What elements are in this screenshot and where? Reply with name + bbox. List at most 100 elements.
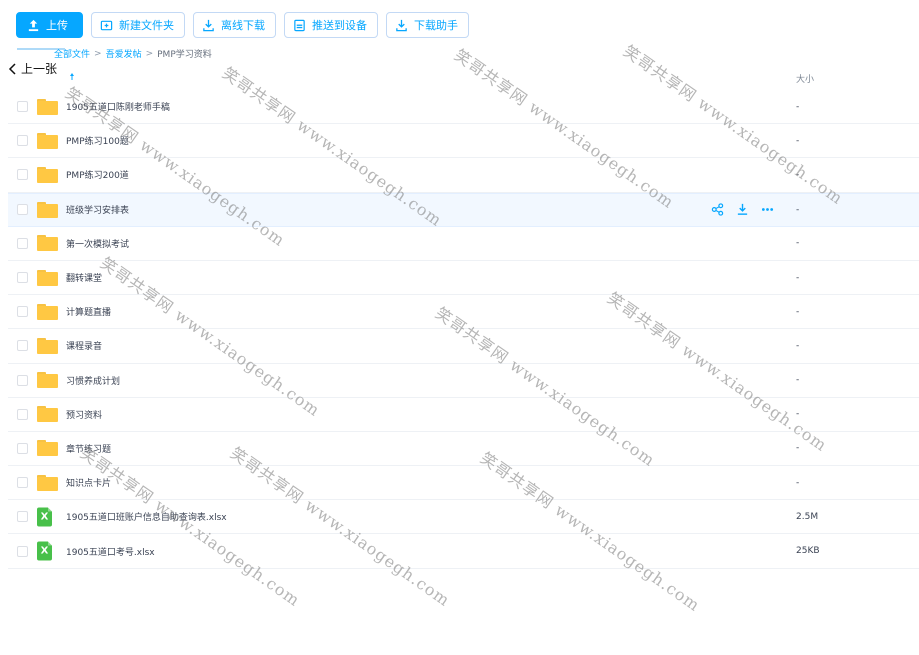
file-row[interactable]: X 1905五道口班账户信息自助查询表.xlsx 2.5M xyxy=(8,500,919,535)
file-row[interactable]: 课程录音 - xyxy=(8,329,919,364)
breadcrumb-folder[interactable]: 吾爱发帖 xyxy=(106,47,142,60)
folder-icon xyxy=(37,98,58,115)
breadcrumb-separator-2: > xyxy=(145,48,154,59)
file-size: 2.5M xyxy=(796,511,819,522)
file-row[interactable]: 1905五道口陈刚老师手稿 - xyxy=(8,90,919,125)
file-name[interactable]: 章节练习题 xyxy=(66,442,111,455)
more-icon[interactable] xyxy=(761,203,774,216)
folder-icon xyxy=(37,406,58,423)
folder-icon xyxy=(37,440,58,457)
file-size: - xyxy=(796,306,800,317)
folder-icon xyxy=(37,166,58,183)
file-row[interactable]: 班级学习安排表 - xyxy=(8,192,919,227)
download-helper-button[interactable]: 下载助手 xyxy=(386,12,469,38)
row-checkbox[interactable] xyxy=(17,340,28,352)
download-icon[interactable] xyxy=(736,203,749,216)
row-actions xyxy=(711,203,774,216)
excel-glyph: X xyxy=(37,541,52,561)
file-name[interactable]: 课程录音 xyxy=(66,339,102,352)
file-size: - xyxy=(796,409,800,420)
folder-icon xyxy=(37,235,58,252)
row-checkbox[interactable] xyxy=(17,442,28,454)
upload-button[interactable]: 上传 xyxy=(16,12,83,38)
file-row[interactable]: X 1905五道口考号.xlsx 25KB xyxy=(8,534,919,569)
row-checkbox[interactable] xyxy=(17,169,28,181)
prev-image-label: 上一张 xyxy=(21,62,58,76)
excel-glyph: X xyxy=(37,507,52,527)
chevron-left-icon xyxy=(8,62,16,75)
file-size: - xyxy=(796,443,800,454)
file-name[interactable]: 翻转课堂 xyxy=(66,271,102,284)
breadcrumb-all-files[interactable]: 全部文件 xyxy=(54,47,90,60)
folder-icon xyxy=(37,269,58,286)
column-header-size[interactable]: 大小 xyxy=(796,72,814,85)
file-size: - xyxy=(796,169,800,180)
file-size: - xyxy=(796,340,800,351)
breadcrumb: 全部文件 > 吾爱发帖 > PMP学习资料 xyxy=(54,47,212,61)
file-name[interactable]: 1905五道口考号.xlsx xyxy=(66,545,155,558)
folder-icon xyxy=(37,132,58,149)
row-checkbox[interactable] xyxy=(17,306,28,318)
prev-image-button[interactable]: 上一张 xyxy=(8,60,60,77)
file-name[interactable]: 班级学习安排表 xyxy=(66,203,129,216)
share-icon[interactable] xyxy=(711,203,724,216)
file-name[interactable]: 计算题直播 xyxy=(66,305,111,318)
file-name[interactable]: 知识点卡片 xyxy=(66,476,111,489)
file-name[interactable]: 第一次模拟考试 xyxy=(66,237,129,250)
file-list: 1905五道口陈刚老师手稿 - PMP练习100题 - PMP练习200道 - 班级学习安排… xyxy=(8,90,919,569)
download-icon xyxy=(203,19,214,31)
file-row[interactable]: 计算题直播 - xyxy=(8,295,919,330)
file-size: - xyxy=(796,135,800,146)
folder-icon xyxy=(37,337,58,354)
new-folder-button[interactable]: 新建文件夹 xyxy=(91,12,185,38)
file-name[interactable]: 1905五道口班账户信息自助查询表.xlsx xyxy=(66,510,227,523)
file-row[interactable]: 章节练习题 - xyxy=(8,432,919,467)
file-name[interactable]: 1905五道口陈刚老师手稿 xyxy=(66,100,170,113)
excel-file-icon: X xyxy=(37,507,52,527)
file-name[interactable]: PMP练习100题 xyxy=(66,134,129,147)
file-name[interactable]: PMP练习200道 xyxy=(66,168,129,181)
file-size: - xyxy=(796,204,800,215)
upload-label: 上传 xyxy=(46,19,68,32)
new-folder-icon xyxy=(100,20,113,30)
row-checkbox[interactable] xyxy=(17,374,28,386)
folder-icon xyxy=(37,372,58,389)
upload-icon xyxy=(28,19,39,31)
row-checkbox[interactable] xyxy=(17,545,28,557)
row-checkbox[interactable] xyxy=(17,477,28,489)
file-row[interactable]: 知识点卡片 - xyxy=(8,466,919,501)
file-row[interactable]: 翻转课堂 - xyxy=(8,261,919,296)
folder-icon xyxy=(37,474,58,491)
row-checkbox[interactable] xyxy=(17,237,28,249)
file-size: 25KB xyxy=(796,546,820,557)
file-row[interactable]: 第一次模拟考试 - xyxy=(8,227,919,261)
file-name[interactable]: 预习资料 xyxy=(66,408,102,421)
row-checkbox[interactable] xyxy=(17,135,28,147)
push-to-device-button[interactable]: 推送到设备 xyxy=(284,12,378,38)
row-checkbox[interactable] xyxy=(17,408,28,420)
row-checkbox[interactable] xyxy=(17,511,28,523)
breadcrumb-current: PMP学习资料 xyxy=(157,50,212,60)
row-checkbox[interactable] xyxy=(17,101,28,113)
excel-file-icon: X xyxy=(37,541,52,561)
folder-icon xyxy=(37,201,58,218)
file-row[interactable]: PMP练习100题 - xyxy=(8,124,919,159)
file-row[interactable]: 习惯养成计划 - xyxy=(8,364,919,398)
file-row[interactable]: 预习资料 - xyxy=(8,398,919,432)
file-size: - xyxy=(796,238,800,249)
sort-arrow-icon[interactable] xyxy=(70,73,74,80)
file-row[interactable]: PMP练习200道 - xyxy=(8,158,919,193)
offline-download-button[interactable]: 离线下载 xyxy=(193,12,276,38)
breadcrumb-separator-1: > xyxy=(94,48,102,59)
row-checkbox[interactable] xyxy=(17,204,28,216)
offline-download-label: 离线下载 xyxy=(221,19,265,32)
new-folder-label: 新建文件夹 xyxy=(119,19,174,32)
download-helper-label: 下载助手 xyxy=(414,19,458,32)
push-to-device-label: 推送到设备 xyxy=(312,19,367,32)
push-device-icon xyxy=(294,19,305,31)
row-checkbox[interactable] xyxy=(17,272,28,284)
folder-icon xyxy=(37,303,58,320)
file-size: - xyxy=(796,477,800,488)
file-name[interactable]: 习惯养成计划 xyxy=(66,374,120,387)
file-size: - xyxy=(796,375,800,386)
